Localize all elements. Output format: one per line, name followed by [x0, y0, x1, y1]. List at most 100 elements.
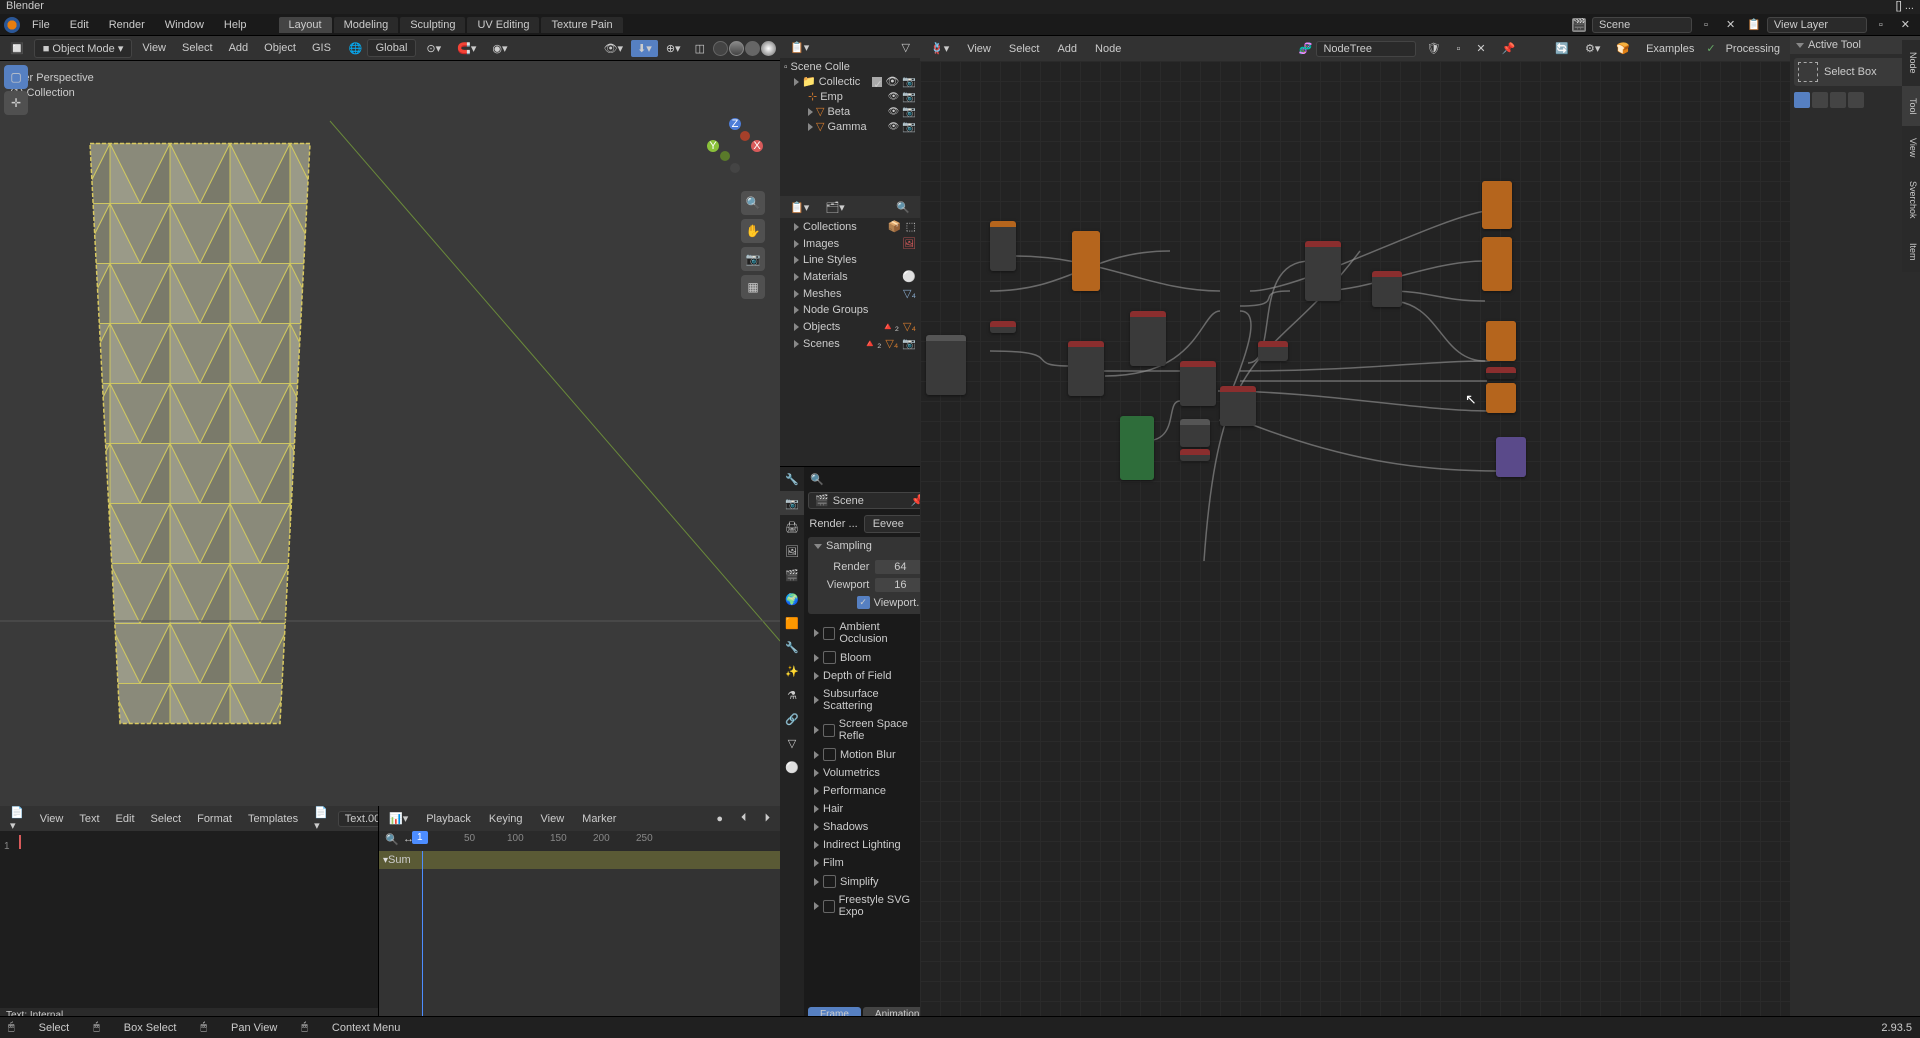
tl-menu-playback[interactable]: Playback — [420, 811, 477, 827]
mesh-object[interactable] — [50, 61, 370, 806]
playhead[interactable] — [422, 851, 423, 1026]
nodetree-delete-button[interactable]: ✕ — [1470, 40, 1491, 57]
search-icon[interactable]: 🔍 — [810, 473, 824, 486]
overlay-toggle[interactable]: ⊕▾ — [660, 40, 687, 57]
blend-mode-dropdown[interactable]: 🗂▾ — [819, 199, 851, 216]
ne-menu-node[interactable]: Node — [1089, 41, 1127, 57]
tab-uv[interactable]: UV Editing — [467, 17, 539, 33]
section-indirect-lighting-header[interactable]: Indirect Lighting — [808, 836, 931, 854]
node-red-e[interactable] — [1220, 386, 1256, 426]
nav-gizmo[interactable]: Z X Y — [705, 116, 765, 176]
outliner-scene-collection[interactable]: ▫ Scene Colle — [780, 60, 920, 74]
ne-examples[interactable]: Examples — [1640, 41, 1700, 57]
ne-menu-add[interactable]: Add — [1051, 41, 1083, 57]
section-sampling-header[interactable]: Sampling — [808, 537, 931, 555]
vp-menu-object[interactable]: Object — [258, 40, 302, 56]
section-checkbox[interactable] — [823, 651, 836, 664]
ptab-constraint[interactable]: 🔗 — [780, 707, 804, 731]
sidebar-active-tool-header[interactable]: Active Tool — [1790, 36, 1920, 54]
te-menu-view[interactable]: View — [34, 811, 70, 827]
shading-modes[interactable] — [713, 41, 776, 56]
section-freestyle-svg-expo-header[interactable]: Freestyle SVG Expo — [808, 891, 931, 921]
select-box-tool-button[interactable]: Select Box ▾ — [1794, 58, 1916, 86]
ptab-material[interactable]: ⚪ — [780, 755, 804, 779]
vtab-tool[interactable]: Tool — [1902, 86, 1920, 127]
section-checkbox[interactable] — [823, 627, 835, 640]
scene-delete-button[interactable]: ✕ — [1720, 16, 1741, 33]
vtab-sverchok[interactable]: Sverchok — [1902, 169, 1920, 231]
outliner-item-gamma[interactable]: ▽ Gamma 👁📷 — [780, 119, 920, 134]
node-out-c[interactable] — [1486, 321, 1516, 361]
blend-nodegroups[interactable]: Node Groups — [780, 302, 920, 318]
ne-menu-view[interactable]: View — [961, 41, 997, 57]
te-menu-format[interactable]: Format — [191, 811, 238, 827]
node-red-b[interactable] — [1068, 341, 1104, 396]
tab-modeling[interactable]: Modeling — [334, 17, 399, 33]
blend-linestyles[interactable]: Line Styles — [780, 252, 920, 268]
visibility-dropdown[interactable]: 👁▾ — [598, 40, 630, 57]
eye-icon[interactable]: 👁 — [885, 75, 899, 88]
outliner-tree[interactable]: ▫ Scene Colle 📁 Collectic ✓ 👁📷 ⊹ Emp 👁📷 … — [780, 58, 920, 196]
vtab-view[interactable]: View — [1902, 126, 1920, 169]
nodetree-field[interactable]: NodeTree — [1316, 41, 1416, 57]
section-performance-header[interactable]: Performance — [808, 782, 931, 800]
ptab-modifier[interactable]: 🔧 — [780, 635, 804, 659]
node-out-e[interactable] — [1486, 383, 1516, 413]
pivot-dropdown[interactable]: ⊙▾ — [420, 40, 447, 57]
node-gray-b[interactable] — [1180, 419, 1210, 447]
select-box-tool-icon[interactable]: ▢ — [4, 65, 28, 89]
outliner-item-empty[interactable]: ⊹ Emp 👁📷 — [780, 89, 920, 104]
outliner-filter-icon[interactable]: ▽ — [896, 39, 916, 56]
menu-file[interactable]: File — [24, 17, 58, 33]
blend-scenes[interactable]: Scenes🔺₂▽₄📷 — [780, 335, 920, 352]
viewport-samples-field[interactable]: 16 — [875, 578, 925, 592]
menu-window[interactable]: Window — [157, 17, 212, 33]
tab-sculpting[interactable]: Sculpting — [400, 17, 465, 33]
editor-type-node-icon[interactable]: 🪢▾ — [924, 40, 955, 57]
perspective-tool-icon[interactable]: ▦ — [741, 275, 765, 299]
outliner-item-beta[interactable]: ▽ Beta 👁📷 — [780, 104, 920, 119]
vp-menu-add[interactable]: Add — [223, 40, 255, 56]
ne-processing[interactable]: Processing — [1720, 41, 1786, 57]
camera-icon[interactable]: 📷 — [902, 120, 916, 133]
tl-menu-marker[interactable]: Marker — [576, 811, 622, 827]
node-red-f[interactable] — [1258, 341, 1288, 361]
ptab-object[interactable]: 🟧 — [780, 611, 804, 635]
section-depth-of-field-header[interactable]: Depth of Field — [808, 667, 931, 685]
camera-icon[interactable]: 📷 — [902, 105, 916, 118]
search-icon[interactable]: 🔍 — [890, 199, 916, 216]
zoom-tool-icon[interactable]: 🔍 — [741, 191, 765, 215]
menu-edit[interactable]: Edit — [62, 17, 97, 33]
mode-dropdown[interactable]: ■ Object Mode ▾ — [34, 39, 133, 58]
menu-render[interactable]: Render — [101, 17, 153, 33]
node-input-a[interactable] — [990, 221, 1016, 271]
tl-menu-keying[interactable]: Keying — [483, 811, 529, 827]
blend-editor-icon[interactable]: 📋▾ — [784, 199, 815, 216]
autokey-toggle[interactable]: ● — [710, 811, 729, 827]
3d-viewport[interactable]: User Perspective (1) Collection Z X Y — [0, 61, 780, 806]
node-green-a[interactable] — [1120, 416, 1154, 480]
ptab-world[interactable]: 🌍 — [780, 587, 804, 611]
te-menu-templates[interactable]: Templates — [242, 811, 304, 827]
scene-browse-button[interactable]: ▫ — [1698, 17, 1714, 33]
blend-collections[interactable]: Collections📦⬚ — [780, 218, 920, 235]
eye-icon[interactable]: 👁 — [888, 106, 899, 117]
section-checkbox[interactable] — [823, 748, 836, 761]
tl-menu-view[interactable]: View — [535, 811, 571, 827]
viewlayer-delete-button[interactable]: ✕ — [1895, 16, 1916, 33]
text-edit-area[interactable]: 1 — [0, 831, 378, 1008]
node-gray-a[interactable] — [926, 335, 966, 395]
eye-icon[interactable]: 👁 — [888, 91, 899, 102]
checkbox-icon[interactable]: ✓ — [872, 77, 882, 87]
node-purple-a[interactable] — [1496, 437, 1526, 477]
scene-field[interactable]: Scene — [1592, 17, 1692, 33]
timeline-ruler[interactable]: 🔍 ↔ 1 50 100 150 200 250 — [379, 831, 780, 851]
blender-icon[interactable] — [4, 17, 20, 33]
node-red-d[interactable] — [1180, 361, 1216, 406]
node-gen-a[interactable] — [1072, 231, 1100, 291]
play-reverse-button[interactable]: ⏴ — [735, 810, 753, 827]
camera-tool-icon[interactable]: 📷 — [741, 247, 765, 271]
blend-objects[interactable]: Objects🔺₂▽₄ — [780, 318, 920, 335]
menu-help[interactable]: Help — [216, 17, 255, 33]
scene-context-field[interactable]: 🎬Scene 📌 — [808, 492, 931, 509]
